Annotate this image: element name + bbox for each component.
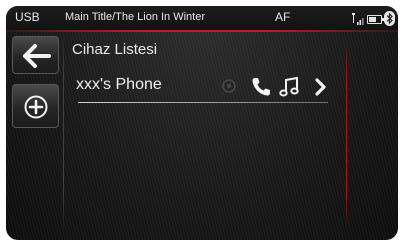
infotainment-screen: USB Main Title/The Lion In Winter AF Cih… [6,6,398,240]
device-list-item[interactable]: xxx's Phone [64,68,344,104]
back-button[interactable] [12,36,59,74]
chevron-right-icon[interactable] [314,76,328,98]
page-title: Cihaz Listesi [72,41,158,58]
row-divider [78,102,328,103]
add-device-button[interactable] [12,84,59,128]
af-indicator: AF [275,10,291,24]
status-bar: USB Main Title/The Lion In Winter AF [6,6,398,30]
right-accent-line [346,40,347,230]
music-note-icon[interactable] [278,76,300,98]
signal-icon [352,13,364,25]
plus-circle-icon [24,95,48,119]
phone-icon[interactable] [250,76,272,98]
bluetooth-icon [384,11,395,26]
track-title: Main Title/The Lion In Winter [65,11,206,23]
battery-icon [367,15,384,24]
arrow-left-icon [23,44,51,68]
device-name: xxx's Phone [76,76,162,93]
source-label[interactable]: USB [15,10,40,24]
status-divider [6,30,398,32]
connection-icon [222,79,236,93]
left-accent-line [63,32,64,232]
